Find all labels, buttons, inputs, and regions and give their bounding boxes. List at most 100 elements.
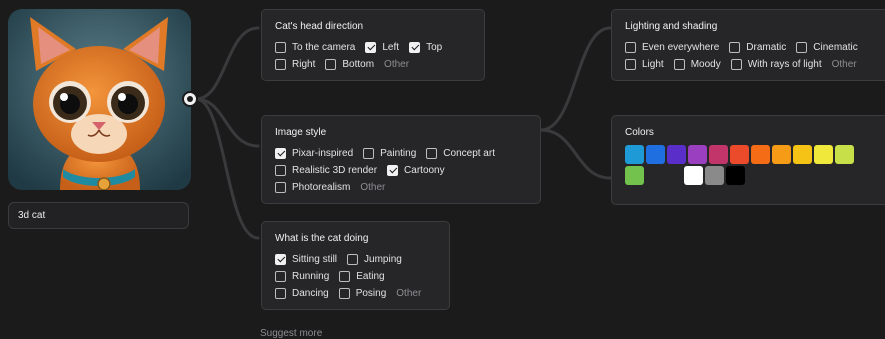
checkbox-unchecked[interactable] xyxy=(729,42,741,53)
option-label: Photorealism xyxy=(292,182,351,193)
checkbox-unchecked[interactable] xyxy=(275,59,286,70)
option-eating[interactable]: Eating xyxy=(339,271,385,282)
checkbox-unchecked[interactable] xyxy=(275,42,286,53)
color-swatch[interactable] xyxy=(709,145,728,164)
option-row: Sitting still Jumping xyxy=(275,251,436,268)
checkbox-unchecked[interactable] xyxy=(339,271,351,282)
color-swatch[interactable] xyxy=(646,145,665,164)
option-label: Concept art xyxy=(443,148,495,159)
option-label: Posing xyxy=(355,288,387,299)
checkbox-unchecked[interactable] xyxy=(625,42,636,53)
option-label: Painting xyxy=(380,148,417,159)
option-to-the-camera[interactable]: To the camera xyxy=(275,42,355,53)
card-title: Image style xyxy=(275,127,327,138)
option-light[interactable]: Light xyxy=(625,59,664,70)
generated-cat-image[interactable] xyxy=(8,9,191,190)
color-swatch[interactable] xyxy=(793,145,812,164)
option-label: Running xyxy=(292,271,330,282)
option-label: Left xyxy=(382,42,400,53)
branch-node-handle[interactable] xyxy=(184,93,196,105)
option-label: To the camera xyxy=(292,42,356,53)
checkbox-unchecked[interactable] xyxy=(275,165,286,176)
checkbox-checked[interactable] xyxy=(275,148,286,159)
option-photorealism[interactable]: Photorealism xyxy=(275,182,350,193)
card-title: Lighting and shading xyxy=(625,21,718,32)
option-label: Cinematic xyxy=(813,42,858,53)
option-dramatic[interactable]: Dramatic xyxy=(729,42,786,53)
option-cinematic[interactable]: Cinematic xyxy=(796,42,858,53)
option-running[interactable]: Running xyxy=(275,271,329,282)
other-option-link[interactable]: Other xyxy=(360,182,385,193)
suggest-more-link[interactable]: Suggest more xyxy=(260,328,322,339)
option-row: Pixar-inspired Painting Concept art xyxy=(275,145,527,162)
prompt-input[interactable]: 3d cat xyxy=(8,202,189,229)
option-painting[interactable]: Painting xyxy=(363,148,416,159)
option-label: Dramatic xyxy=(746,42,787,53)
option-with-rays-of-light[interactable]: With rays of light xyxy=(730,59,822,70)
color-swatch[interactable] xyxy=(814,145,833,164)
option-concept-art[interactable]: Concept art xyxy=(426,148,495,159)
option-cartoony[interactable]: Cartoony xyxy=(387,165,445,176)
color-swatch[interactable] xyxy=(705,166,724,185)
checkbox-unchecked[interactable] xyxy=(673,59,685,70)
checkbox-unchecked[interactable] xyxy=(625,59,636,70)
checkbox-unchecked[interactable] xyxy=(338,288,350,299)
option-label: Realistic 3D render xyxy=(292,165,378,176)
option-label: Bottom xyxy=(342,59,375,70)
checkbox-unchecked[interactable] xyxy=(730,59,742,70)
option-row: Dancing Posing Other xyxy=(275,285,436,302)
color-swatch[interactable] xyxy=(835,145,854,164)
card-title: What is the cat doing xyxy=(275,233,369,244)
card-cats-head-direction: Cat's head direction To the camera Left Top… xyxy=(261,9,485,81)
color-swatch[interactable] xyxy=(772,145,791,164)
option-label: Light xyxy=(642,59,664,70)
option-top[interactable]: Top xyxy=(409,42,442,53)
option-sitting-still[interactable]: Sitting still xyxy=(275,254,337,265)
checkbox-checked[interactable] xyxy=(365,42,377,53)
color-swatch[interactable] xyxy=(730,145,749,164)
checkbox-unchecked[interactable] xyxy=(275,271,286,282)
card-title: Cat's head direction xyxy=(275,21,364,32)
checkbox-unchecked[interactable] xyxy=(796,42,808,53)
checkbox-unchecked[interactable] xyxy=(275,182,286,193)
option-label: Moody xyxy=(690,59,721,70)
checkbox-checked[interactable] xyxy=(275,254,286,265)
option-row: Photorealism Other xyxy=(275,179,527,196)
option-dancing[interactable]: Dancing xyxy=(275,288,329,299)
option-bottom[interactable]: Bottom xyxy=(325,59,374,70)
checkbox-unchecked[interactable] xyxy=(347,254,359,265)
checkbox-checked[interactable] xyxy=(387,165,399,176)
card-colors: Colors xyxy=(611,115,885,205)
option-label: Pixar-inspired xyxy=(292,148,354,159)
checkbox-checked[interactable] xyxy=(409,42,421,53)
color-swatch[interactable] xyxy=(625,145,644,164)
option-label: Eating xyxy=(356,271,385,282)
option-row: Even everywhere Dramatic Cinematic xyxy=(625,39,885,56)
color-swatch[interactable] xyxy=(625,166,644,185)
checkbox-unchecked[interactable] xyxy=(363,148,375,159)
checkbox-unchecked[interactable] xyxy=(275,288,286,299)
option-label: Sitting still xyxy=(292,254,338,265)
option-pixar-inspired[interactable]: Pixar-inspired xyxy=(275,148,353,159)
option-label: Even everywhere xyxy=(642,42,720,53)
other-option-link[interactable]: Other xyxy=(384,59,409,70)
card-lighting-and-shading: Lighting and shading Even everywhere Drama… xyxy=(611,9,885,81)
color-swatch[interactable] xyxy=(667,145,686,164)
checkbox-unchecked[interactable] xyxy=(325,59,337,70)
option-jumping[interactable]: Jumping xyxy=(347,254,402,265)
option-realistic-3d-render[interactable]: Realistic 3D render xyxy=(275,165,377,176)
color-swatch[interactable] xyxy=(726,166,745,185)
other-option-link[interactable]: Other xyxy=(832,59,857,70)
option-left[interactable]: Left xyxy=(365,42,399,53)
other-option-link[interactable]: Other xyxy=(396,288,421,299)
color-swatch[interactable] xyxy=(684,166,703,185)
color-swatch[interactable] xyxy=(688,145,707,164)
option-even-everywhere[interactable]: Even everywhere xyxy=(625,42,719,53)
checkbox-unchecked[interactable] xyxy=(426,148,438,159)
option-posing[interactable]: Posing xyxy=(338,288,387,299)
option-label: With rays of light xyxy=(747,59,822,70)
option-label: Top xyxy=(426,42,443,53)
option-right[interactable]: Right xyxy=(275,59,315,70)
color-swatch[interactable] xyxy=(751,145,770,164)
option-moody[interactable]: Moody xyxy=(673,59,721,70)
